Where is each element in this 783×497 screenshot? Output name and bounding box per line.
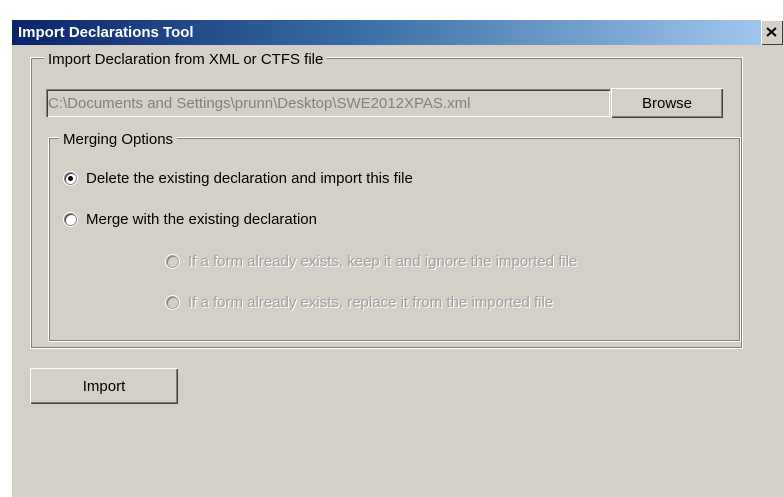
- title-bar: Import Declarations Tool: [12, 20, 783, 45]
- merging-options-label: Merging Options: [59, 131, 178, 148]
- radio-button-icon: [166, 296, 179, 309]
- close-icon: [766, 27, 777, 37]
- radio-label: Delete the existing declaration and impo…: [86, 170, 413, 187]
- file-path-field[interactable]: [46, 89, 610, 117]
- radio-label: Merge with the existing declaration: [86, 211, 317, 228]
- radio-button-icon: [166, 255, 179, 268]
- radio-label: If a form already exists, keep it and ig…: [188, 253, 578, 270]
- close-button[interactable]: [761, 20, 783, 45]
- radio-button-icon: [64, 172, 77, 185]
- keep-existing-form-radio[interactable]: If a form already exists, keep it and ig…: [166, 253, 577, 270]
- merging-options-group: [48, 137, 741, 342]
- delete-and-import-radio[interactable]: Delete the existing declaration and impo…: [64, 170, 413, 187]
- browse-button[interactable]: Browse: [611, 88, 723, 118]
- window-title: Import Declarations Tool: [18, 24, 194, 41]
- import-button[interactable]: Import: [30, 368, 178, 404]
- radio-label: If a form already exists, replace it fro…: [188, 294, 554, 311]
- import-file-group-label: Import Declaration from XML or CTFS file: [44, 51, 328, 68]
- merge-existing-radio[interactable]: Merge with the existing declaration: [64, 211, 317, 228]
- radio-button-icon: [64, 213, 77, 226]
- replace-existing-form-radio[interactable]: If a form already exists, replace it fro…: [166, 294, 553, 311]
